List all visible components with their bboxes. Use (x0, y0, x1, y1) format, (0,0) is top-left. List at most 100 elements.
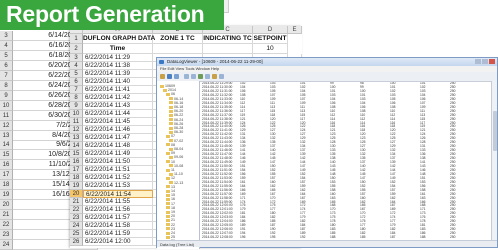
row-header[interactable]: 25 (70, 230, 83, 238)
row-header[interactable]: 17 (70, 166, 83, 174)
row-header[interactable]: 21 (70, 198, 83, 206)
row-header[interactable]: 11 (70, 118, 83, 126)
row-header[interactable]: 11 (0, 110, 13, 121)
row-header[interactable]: 23 (70, 214, 83, 222)
row-header[interactable]: 12 (70, 126, 83, 134)
row-header[interactable]: 9 (70, 102, 83, 110)
time-cell[interactable]: 6/22/2014 11:49 (83, 150, 153, 158)
row-header[interactable]: 22 (0, 220, 13, 231)
row-header-1[interactable]: 1 (70, 34, 83, 44)
folder-icon[interactable] (212, 74, 217, 79)
time-cell[interactable]: 6/22/2014 11:47 (83, 134, 153, 142)
zoom-icon[interactable] (184, 74, 189, 79)
row-header[interactable]: 5 (0, 50, 13, 61)
row-header[interactable]: 13 (0, 130, 13, 141)
row-header[interactable]: 10 (0, 100, 13, 111)
row-header[interactable]: 8 (0, 80, 13, 91)
vertical-scrollbar[interactable] (491, 81, 497, 241)
row-header[interactable]: 3 (70, 54, 83, 62)
row-header[interactable]: 22 (70, 206, 83, 214)
time-cell[interactable]: 6/22/2014 11:55 (83, 198, 153, 206)
time-cell[interactable]: 6/22/2014 11:53 (83, 182, 153, 190)
row-header[interactable]: 19 (0, 190, 13, 201)
row-header[interactable]: 18 (70, 174, 83, 182)
refresh-icon[interactable] (219, 74, 224, 79)
print-icon[interactable] (174, 74, 179, 79)
time-cell[interactable]: 6/22/2014 11:29 (83, 54, 153, 62)
selected-time-cell[interactable]: 6/22/2014 11:54 (83, 190, 153, 198)
time-cell[interactable]: 6/22/2014 11:52 (83, 174, 153, 182)
row-header[interactable]: 16 (70, 158, 83, 166)
time-cell[interactable]: 6/22/2014 11:39 (83, 70, 153, 78)
time-cell[interactable]: 6/22/2014 11:58 (83, 222, 153, 230)
row-header[interactable]: 23 (0, 230, 13, 240)
time-cell[interactable]: 6/22/2014 11:40 (83, 78, 153, 86)
cell-zone1-header[interactable]: ZONE 1 TC (153, 34, 203, 44)
row-header[interactable]: 15 (70, 150, 83, 158)
row-header-2[interactable]: 2 (70, 44, 83, 54)
column-header-e[interactable]: E (288, 26, 302, 34)
maximize-icon[interactable] (482, 59, 488, 64)
cell-time-header[interactable]: Time (83, 44, 153, 54)
row-header[interactable]: 6 (70, 78, 83, 86)
row-header[interactable]: 13 (70, 134, 83, 142)
row-header[interactable]: 20 (70, 190, 83, 198)
time-cell[interactable]: 6/22/2014 12:00 (83, 238, 153, 246)
row-header[interactable]: 26 (70, 238, 83, 246)
viewer-title-bar[interactable]: DataLogViewer - [10609 - 2014-06-22 11-2… (157, 58, 497, 66)
row-header[interactable]: 3 (0, 31, 13, 41)
cell-setpoint-header[interactable]: SETPOINT (253, 34, 288, 44)
row-header[interactable]: 20 (0, 200, 13, 211)
scrollbar-thumb[interactable] (492, 111, 497, 151)
row-header[interactable]: 7 (0, 70, 13, 81)
cell-indicating-header[interactable]: INDICATING TC (203, 34, 253, 44)
row-header[interactable]: 10 (70, 110, 83, 118)
row-header[interactable]: 4 (70, 62, 83, 70)
time-cell[interactable]: 6/22/2014 11:44 (83, 110, 153, 118)
time-cell[interactable]: 6/22/2014 11:48 (83, 142, 153, 150)
row-header[interactable]: 17 (0, 170, 13, 181)
row-header[interactable]: 5 (70, 70, 83, 78)
minimize-icon[interactable] (475, 59, 481, 64)
time-cell[interactable]: 6/22/2014 11:57 (83, 214, 153, 222)
cell-c2[interactable] (203, 44, 253, 54)
time-cell[interactable]: 6/22/2014 11:43 (83, 102, 153, 110)
tree-node-label: 12-13 (174, 180, 184, 185)
time-cell[interactable]: 6/22/2014 11:56 (83, 206, 153, 214)
row-header[interactable]: 24 (0, 239, 13, 250)
row-header[interactable]: 15 (0, 150, 13, 161)
row-header[interactable]: 16 (0, 160, 13, 171)
close-icon[interactable] (489, 59, 495, 64)
row-header[interactable]: 21 (0, 210, 13, 221)
row-header[interactable]: 14 (0, 140, 13, 151)
log-tree-panel[interactable]: 10609 2014 06 06-14 06-16 06-18 06-20 06-22 06-2… (157, 81, 200, 249)
time-cell[interactable]: 6/22/2014 11:51 (83, 166, 153, 174)
row-header[interactable]: 7 (70, 86, 83, 94)
time-cell[interactable]: 6/22/2014 11:50 (83, 158, 153, 166)
row-header[interactable]: 4 (0, 40, 13, 51)
export-icon[interactable] (205, 74, 210, 79)
log-data-grid[interactable]: 2014-06-22 11:29:00 102 103 101 99 98 100 101 25… (202, 82, 491, 240)
time-cell[interactable]: 6/22/2014 11:38 (83, 62, 153, 70)
cell-d2[interactable]: 10 (253, 44, 288, 54)
column-header-d[interactable]: D (253, 26, 288, 34)
time-cell[interactable]: 6/22/2014 11:59 (83, 230, 153, 238)
time-cell[interactable]: 6/22/2014 11:42 (83, 94, 153, 102)
open-icon[interactable] (160, 74, 165, 79)
row-header[interactable]: 19 (70, 182, 83, 190)
grid-icon[interactable] (191, 74, 196, 79)
row-header[interactable]: 9 (0, 90, 13, 101)
row-header[interactable]: 14 (70, 142, 83, 150)
row-header[interactable]: 8 (70, 94, 83, 102)
row-header[interactable]: 18 (0, 180, 13, 191)
cell-b2[interactable] (153, 44, 203, 54)
time-cell[interactable]: 6/22/2014 11:46 (83, 126, 153, 134)
time-cell[interactable]: 6/22/2014 11:45 (83, 118, 153, 126)
row-header[interactable]: 12 (0, 120, 13, 131)
save-icon[interactable] (167, 74, 172, 79)
row-header[interactable]: 6 (0, 60, 13, 71)
row-header[interactable]: 24 (70, 222, 83, 230)
cell-graph-title[interactable]: DUFLON GRAPH DATA (83, 34, 155, 44)
chart-icon[interactable] (198, 74, 203, 79)
time-cell[interactable]: 6/22/2014 11:41 (83, 86, 153, 94)
